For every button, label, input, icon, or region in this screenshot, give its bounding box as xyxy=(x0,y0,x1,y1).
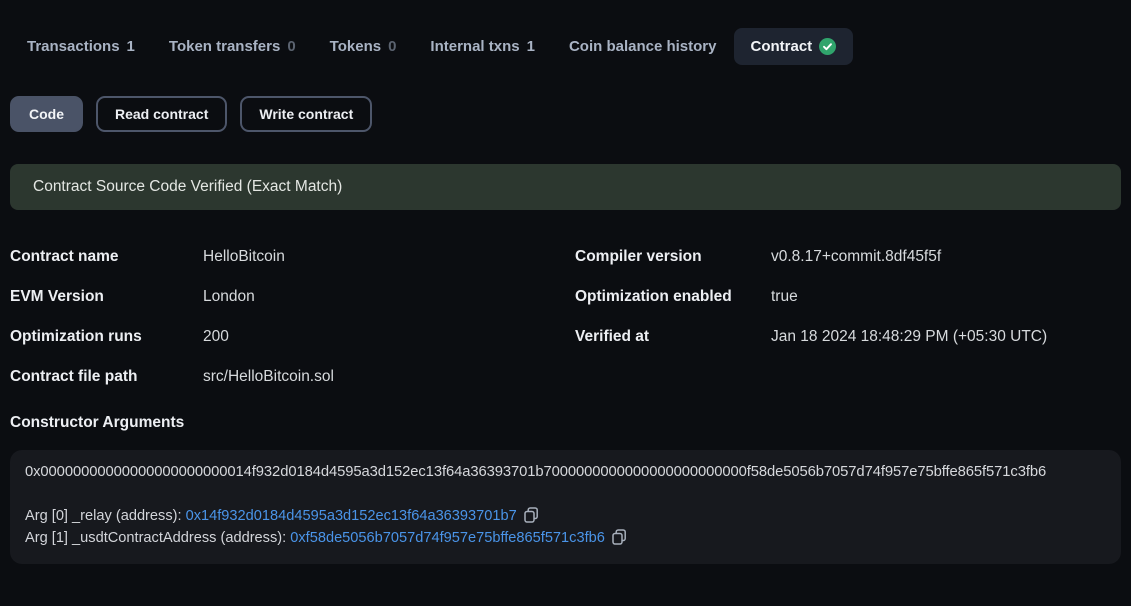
read-contract-button[interactable]: Read contract xyxy=(96,96,227,132)
tab-label: Tokens xyxy=(330,38,381,55)
evm-version-value: London xyxy=(203,288,575,306)
constructor-arguments-heading: Constructor Arguments xyxy=(10,414,1121,432)
optimization-enabled-value: true xyxy=(771,288,1121,306)
tab-count: 0 xyxy=(388,38,396,55)
tab-count: 0 xyxy=(287,38,295,55)
constructor-args-list: Arg [0] _relay (address): 0x14f932d0184d… xyxy=(25,506,1106,549)
tab-internal-txns[interactable]: Internal txns 1 xyxy=(413,28,552,65)
tab-label: Transactions xyxy=(27,38,120,55)
contract-file-path-value: src/HelloBitcoin.sol xyxy=(203,368,575,386)
optimization-enabled-label: Optimization enabled xyxy=(575,288,771,306)
tab-label: Coin balance history xyxy=(569,38,717,55)
constructor-arg-1: Arg [1] _usdtContractAddress (address): … xyxy=(25,528,1106,550)
optimization-runs-label: Optimization runs xyxy=(10,328,203,346)
verified-banner-text: Contract Source Code Verified (Exact Mat… xyxy=(33,178,342,196)
contract-details-grid: Contract name HelloBitcoin Compiler vers… xyxy=(10,237,1121,397)
verified-banner: Contract Source Code Verified (Exact Mat… xyxy=(10,164,1121,210)
code-button[interactable]: Code xyxy=(10,96,83,132)
write-contract-button[interactable]: Write contract xyxy=(240,96,372,132)
contract-name-label: Contract name xyxy=(10,248,203,266)
verified-at-value: Jan 18 2024 18:48:29 PM (+05:30 UTC) xyxy=(771,328,1121,346)
contract-subtab-bar: Code Read contract Write contract xyxy=(10,96,1121,132)
tab-label: Contract xyxy=(751,38,813,55)
tab-count: 1 xyxy=(127,38,135,55)
tab-coin-balance-history[interactable]: Coin balance history xyxy=(552,28,734,65)
tab-tokens[interactable]: Tokens 0 xyxy=(313,28,414,65)
tab-label: Token transfers xyxy=(169,38,280,55)
tab-contract[interactable]: Contract xyxy=(734,28,854,65)
constructor-arg-0: Arg [0] _relay (address): 0x14f932d0184d… xyxy=(25,506,1106,528)
verified-at-label: Verified at xyxy=(575,328,771,346)
arg-0-text: Arg [0] _relay (address): xyxy=(25,508,186,524)
tab-label: Internal txns xyxy=(430,38,519,55)
constructor-raw-hex: 0x00000000000000000000000014f932d0184d45… xyxy=(25,463,1106,482)
contract-file-path-label: Contract file path xyxy=(10,368,203,386)
arg-0-address-link[interactable]: 0x14f932d0184d4595a3d152ec13f64a36393701… xyxy=(186,508,517,524)
tab-count: 1 xyxy=(527,38,535,55)
contract-page: Transactions 1 Token transfers 0 Tokens … xyxy=(0,28,1131,564)
check-circle-icon xyxy=(819,38,836,55)
copy-icon[interactable] xyxy=(612,529,627,545)
tab-transactions[interactable]: Transactions 1 xyxy=(10,28,152,65)
arg-1-text: Arg [1] _usdtContractAddress (address): xyxy=(25,530,290,546)
arg-1-address-link[interactable]: 0xf58de5056b7057d74f957e75bffe865f571c3f… xyxy=(290,530,605,546)
tab-bar: Transactions 1 Token transfers 0 Tokens … xyxy=(10,28,1121,65)
contract-name-value: HelloBitcoin xyxy=(203,248,575,266)
compiler-version-label: Compiler version xyxy=(575,248,771,266)
optimization-runs-value: 200 xyxy=(203,328,575,346)
constructor-arguments-box: 0x00000000000000000000000014f932d0184d45… xyxy=(10,450,1121,564)
copy-icon[interactable] xyxy=(524,507,539,523)
evm-version-label: EVM Version xyxy=(10,288,203,306)
tab-token-transfers[interactable]: Token transfers 0 xyxy=(152,28,313,65)
compiler-version-value: v0.8.17+commit.8df45f5f xyxy=(771,248,1121,266)
